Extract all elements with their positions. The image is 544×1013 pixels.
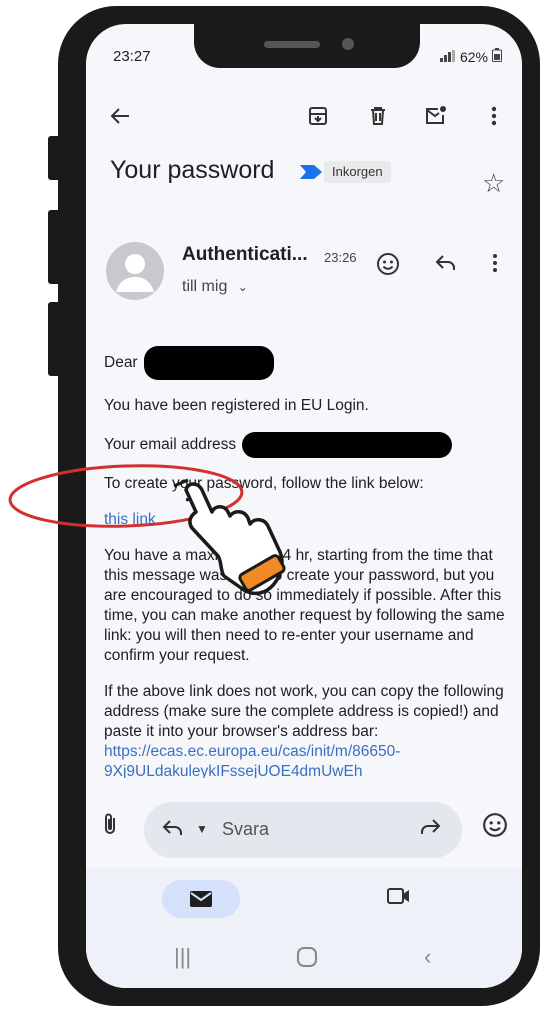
caret-down-icon[interactable]: ▼	[196, 822, 208, 836]
emoji-reaction-icon[interactable]	[376, 252, 400, 282]
recent-apps-icon[interactable]: |||	[174, 944, 191, 970]
email-toolbar	[86, 92, 522, 140]
phone-side-button	[48, 302, 62, 376]
content-clip	[86, 778, 522, 788]
archive-icon[interactable]	[304, 102, 332, 130]
home-icon[interactable]	[296, 946, 318, 974]
sender-avatar[interactable]	[106, 242, 164, 300]
label-chip[interactable]: Inkorgen	[324, 161, 391, 183]
system-navigation: ||| ‹	[86, 932, 522, 988]
status-indicators: 62%	[439, 48, 502, 65]
registered-line: You have been registered in EU Login.	[104, 397, 369, 414]
mail-icon	[190, 891, 212, 907]
email-time: 23:26	[324, 250, 357, 265]
email-subject: Your password	[110, 156, 275, 184]
more-vertical-icon[interactable]	[492, 252, 498, 280]
reply-icon	[162, 818, 184, 844]
attachment-icon[interactable]	[102, 812, 118, 842]
email-body: Dear You have been registered in EU Logi…	[104, 346, 509, 782]
emoji-icon[interactable]	[482, 812, 508, 845]
nav-meet-tab[interactable]	[386, 886, 412, 911]
email-address-label: Your email address	[104, 436, 237, 454]
battery-percent: 62%	[459, 48, 488, 65]
back-arrow-icon[interactable]	[106, 102, 134, 130]
reply-bar: ▼ Svara	[86, 788, 522, 868]
battery-icon	[492, 48, 502, 65]
validity-paragraph: You have a maximum of 24 hr, starting fr…	[104, 547, 505, 664]
mark-unread-icon[interactable]	[422, 102, 450, 130]
redaction-bar	[242, 432, 453, 458]
greeting-text: Dear	[104, 354, 138, 372]
copy-address-paragraph: If the above link does not work, you can…	[104, 683, 504, 780]
phone-screen: 23:27 62% Your password Inkorgen ☆ Authe	[86, 24, 522, 988]
forward-icon[interactable]	[418, 816, 442, 844]
email-address-line: Your email address	[104, 432, 509, 458]
star-icon[interactable]: ☆	[482, 168, 505, 199]
reply-input[interactable]: ▼ Svara	[144, 802, 462, 858]
back-nav-icon[interactable]: ‹	[424, 944, 431, 970]
chevron-down-icon: ⌄	[237, 280, 248, 294]
important-marker-icon[interactable]	[298, 164, 324, 180]
fallback-url[interactable]: https://ecas.ec.europa.eu/cas/init/m/866…	[104, 743, 400, 760]
more-vertical-icon[interactable]	[480, 102, 508, 130]
reply-icon[interactable]	[434, 252, 458, 280]
create-intro-line: To create your password, follow the link…	[104, 475, 424, 492]
phone-side-button	[48, 136, 62, 180]
greeting-line: Dear	[104, 346, 509, 380]
bottom-navigation	[86, 868, 522, 932]
trash-icon[interactable]	[364, 102, 392, 130]
reply-placeholder: Svara	[222, 819, 270, 839]
nav-mail-tab[interactable]	[162, 880, 240, 918]
password-link[interactable]: this link	[104, 511, 156, 528]
status-time: 23:27	[113, 48, 151, 65]
sender-name[interactable]: Authenticati...	[182, 244, 308, 266]
redaction-bar	[143, 346, 274, 380]
recipient-label: till mig	[182, 278, 228, 295]
phone-side-button	[48, 210, 62, 284]
recipient-toggle[interactable]: till mig ⌄	[182, 278, 248, 296]
camera-notch	[194, 24, 420, 68]
signal-icon	[439, 49, 456, 65]
video-camera-icon	[387, 888, 409, 904]
